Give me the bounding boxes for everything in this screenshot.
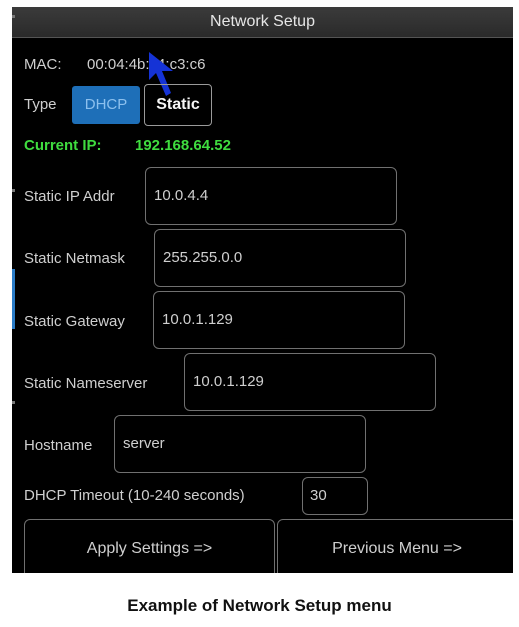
netmask-label: Static Netmask — [24, 250, 125, 267]
scroll-indicator[interactable] — [12, 269, 15, 329]
hostname-field[interactable]: server — [114, 415, 366, 473]
netmask-field[interactable]: 255.255.0.0 — [154, 229, 406, 287]
type-static-button[interactable]: Static — [144, 84, 212, 126]
type-label: Type — [24, 96, 57, 113]
type-dhcp-button[interactable]: DHCP — [72, 86, 140, 124]
gateway-field[interactable]: 10.0.1.129 — [153, 291, 405, 349]
mac-label: MAC: — [24, 56, 62, 73]
figure-caption: Example of Network Setup menu — [127, 596, 392, 615]
hostname-label: Hostname — [24, 437, 93, 454]
dhcp-timeout-label: DHCP Timeout (10-240 seconds) — [24, 487, 245, 504]
current-ip-label: Current IP: — [24, 137, 102, 154]
network-setup-screen: Network Setup MAC: 00:04:4b:c4:c3:c6 Typ… — [12, 7, 513, 573]
dhcp-timeout-field[interactable]: 30 — [302, 477, 368, 515]
nameserver-field[interactable]: 10.0.1.129 — [184, 353, 436, 411]
edge-marker — [12, 189, 15, 192]
window-title: Network Setup — [12, 7, 513, 38]
static-ip-label: Static IP Addr — [24, 188, 115, 205]
previous-menu-button[interactable]: Previous Menu => — [277, 519, 513, 573]
apply-settings-button[interactable]: Apply Settings => — [24, 519, 275, 573]
edge-marker — [12, 401, 15, 404]
edge-marker — [12, 15, 15, 18]
gateway-label: Static Gateway — [24, 313, 125, 330]
nameserver-label: Static Nameserver — [24, 375, 148, 392]
static-ip-field[interactable]: 10.0.4.4 — [145, 167, 397, 225]
current-ip-value: 192.168.64.52 — [135, 137, 231, 154]
